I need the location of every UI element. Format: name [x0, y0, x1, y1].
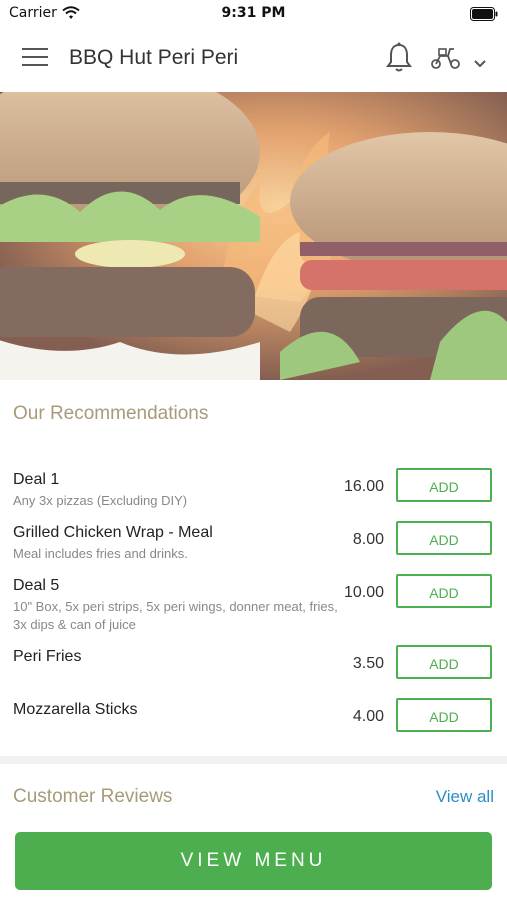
item-name: Grilled Chicken Wrap - Meal	[13, 524, 213, 541]
add-button[interactable]: ADD	[396, 645, 492, 679]
status-bar: Carrier 9:31 PM	[0, 0, 507, 26]
item-name: Deal 1	[13, 471, 60, 488]
view-all-reviews-link[interactable]: View all	[436, 787, 494, 807]
item-price: 3.50	[352, 655, 384, 672]
item-description: Meal includes fries and drinks.	[13, 546, 188, 561]
restaurant-title: BBQ Hut Peri Peri	[69, 46, 239, 69]
hero-banner-image	[0, 92, 507, 380]
recommendations-heading: Our Recommendations	[13, 403, 209, 424]
add-button[interactable]: ADD	[396, 574, 492, 608]
clock: 9:31 PM	[221, 5, 286, 21]
item-price: 8.00	[352, 531, 384, 548]
item-description: 10" Box, 5x peri strips, 5x peri wings, …	[13, 599, 338, 632]
chevron-down-icon[interactable]	[473, 54, 487, 73]
add-button[interactable]: ADD	[396, 698, 492, 732]
item-price: 4.00	[352, 708, 384, 725]
scooter-icon[interactable]	[430, 46, 462, 74]
section-divider	[0, 756, 507, 764]
item-price: 16.00	[343, 478, 384, 495]
item-description: Any 3x pizzas (Excluding DIY)	[13, 493, 188, 508]
item-name: Peri Fries	[13, 648, 82, 665]
add-button[interactable]: ADD	[396, 521, 492, 555]
battery-icon	[470, 6, 498, 25]
item-price: 10.00	[343, 584, 384, 601]
app-header: BBQ Hut Peri Peri	[0, 26, 507, 92]
item-name: Mozzarella Sticks	[13, 701, 138, 718]
view-menu-button[interactable]: VIEW MENU	[15, 832, 492, 890]
add-button[interactable]: ADD	[396, 468, 492, 502]
item-name: Deal 5	[13, 577, 60, 594]
bell-icon[interactable]	[384, 42, 414, 78]
hamburger-menu-icon[interactable]	[22, 48, 48, 68]
reviews-heading: Customer Reviews	[13, 786, 173, 807]
